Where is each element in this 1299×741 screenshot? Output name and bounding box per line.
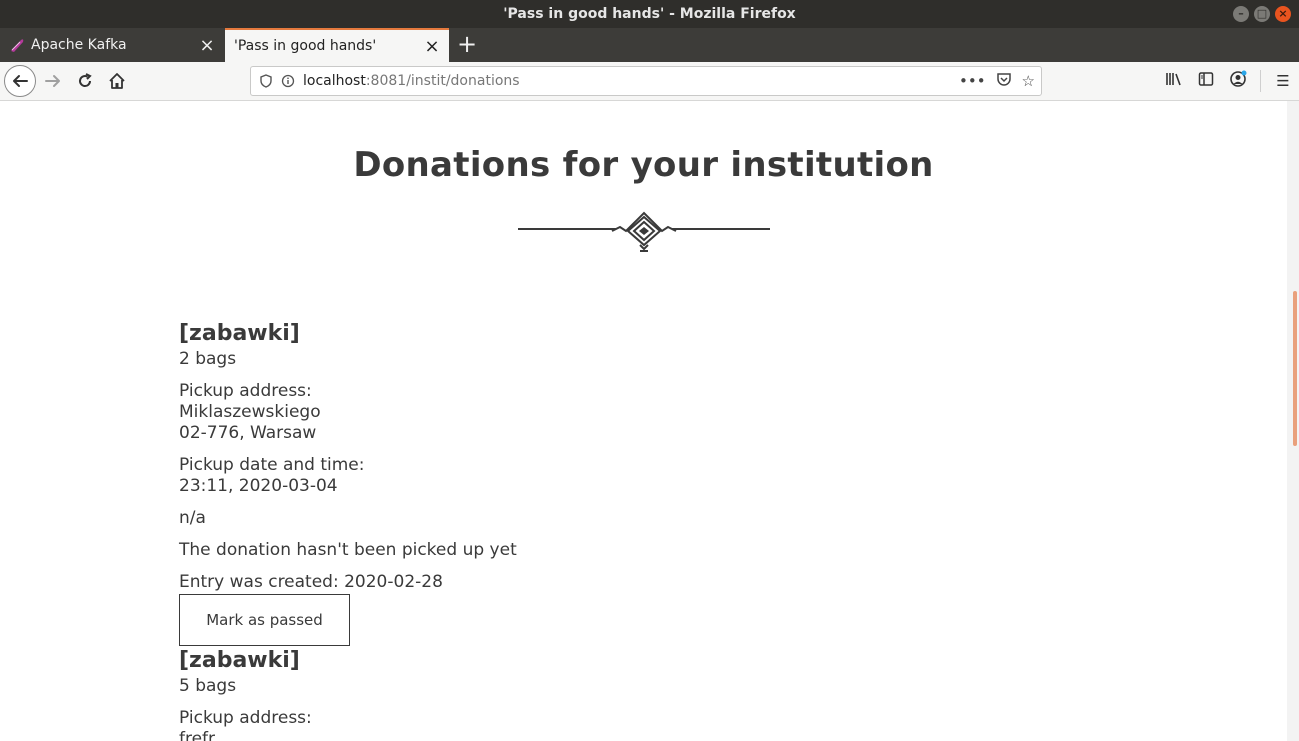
forward-arrow-icon[interactable] xyxy=(38,66,68,96)
window-titlebar: 'Pass in good hands' - Mozilla Firefox –… xyxy=(0,0,1299,28)
info-icon[interactable] xyxy=(277,70,299,92)
pickup-date-block: Pickup date and time: 23:11, 2020-03-04 xyxy=(179,455,879,497)
window-title: 'Pass in good hands' - Mozilla Firefox xyxy=(503,6,796,22)
donations-list: [zabawki] 2 bags Pickup address: Miklasz… xyxy=(179,319,879,741)
url-bar[interactable]: localhost:8081/instit/donations ••• ☆ xyxy=(250,66,1042,96)
tab-pass-in-good-hands[interactable]: 'Pass in good hands' × xyxy=(225,28,449,62)
pickup-address-block: Pickup address: frefr xyxy=(179,708,879,741)
tab-close-icon[interactable]: × xyxy=(421,36,443,57)
maximize-icon[interactable]: □ xyxy=(1254,6,1270,22)
donation-comment: n/a xyxy=(179,508,206,528)
kafka-favicon-icon xyxy=(9,37,25,53)
decorative-divider-icon xyxy=(518,211,770,252)
home-icon[interactable] xyxy=(102,66,132,96)
reload-icon[interactable] xyxy=(70,66,100,96)
url-text[interactable]: localhost:8081/instit/donations xyxy=(303,73,959,89)
pickup-address-block: Pickup address: Miklaszewskiego 02-776, … xyxy=(179,381,879,444)
toolbar-right: ☰ xyxy=(1158,62,1299,100)
back-arrow-icon[interactable] xyxy=(4,65,36,97)
mark-as-passed-button[interactable]: Mark as passed xyxy=(179,594,350,646)
account-icon[interactable] xyxy=(1222,70,1254,92)
donation-status: The donation hasn't been picked up yet xyxy=(179,540,517,560)
hamburger-menu-icon[interactable]: ☰ xyxy=(1267,72,1299,90)
donation-bags: 2 bags xyxy=(179,349,237,369)
page-title: Donations for your institution xyxy=(353,145,934,185)
sidebar-icon[interactable] xyxy=(1190,71,1222,91)
page-actions-icon[interactable]: ••• xyxy=(959,72,986,90)
pickup-date-value: 23:11, 2020-03-04 xyxy=(179,476,338,496)
donation-entry: [zabawki] 2 bags Pickup address: Miklasz… xyxy=(179,319,879,646)
pickup-city: 02-776, Warsaw xyxy=(179,423,317,443)
url-path: :8081/instit/donations xyxy=(365,73,520,89)
scrollbar-thumb[interactable] xyxy=(1293,291,1297,446)
minimize-icon[interactable]: – xyxy=(1233,6,1249,22)
pickup-address-label: Pickup address: xyxy=(179,381,312,401)
window-controls: – □ × xyxy=(1233,6,1291,22)
bookmark-star-icon[interactable]: ☆ xyxy=(1022,72,1035,90)
pocket-icon[interactable] xyxy=(996,71,1012,91)
page-content: Donations for your institution [zabawki]… xyxy=(0,101,1287,741)
donation-bags: 5 bags xyxy=(179,676,237,696)
donation-entry: [zabawki] 5 bags Pickup address: frefr xyxy=(179,646,879,741)
donation-category: [zabawki] xyxy=(179,648,300,673)
tab-label: Apache Kafka xyxy=(31,37,127,53)
toolbar-separator xyxy=(1260,70,1261,92)
tab-apache-kafka[interactable]: Apache Kafka × xyxy=(0,28,224,62)
url-host: localhost xyxy=(303,73,366,89)
library-icon[interactable] xyxy=(1158,71,1190,91)
shield-icon[interactable] xyxy=(255,70,277,92)
url-actions: ••• ☆ xyxy=(959,71,1035,91)
tab-close-icon[interactable]: × xyxy=(196,35,218,56)
close-window-icon[interactable]: × xyxy=(1275,6,1291,22)
new-tab-icon[interactable]: + xyxy=(454,28,480,62)
pickup-address-label: Pickup address: xyxy=(179,708,312,728)
pickup-street: Miklaszewskiego xyxy=(179,402,321,422)
donation-created: Entry was created: 2020-02-28 xyxy=(179,572,443,592)
tab-strip: Apache Kafka × 'Pass in good hands' × + xyxy=(0,28,1299,62)
page-scrollbar[interactable] xyxy=(1287,101,1299,741)
tab-label: 'Pass in good hands' xyxy=(234,38,377,54)
pickup-date-label: Pickup date and time: xyxy=(179,455,365,475)
donation-category: [zabawki] xyxy=(179,321,300,346)
pickup-street: frefr xyxy=(179,729,216,741)
navigation-toolbar: localhost:8081/instit/donations ••• ☆ ☰ xyxy=(0,62,1299,101)
